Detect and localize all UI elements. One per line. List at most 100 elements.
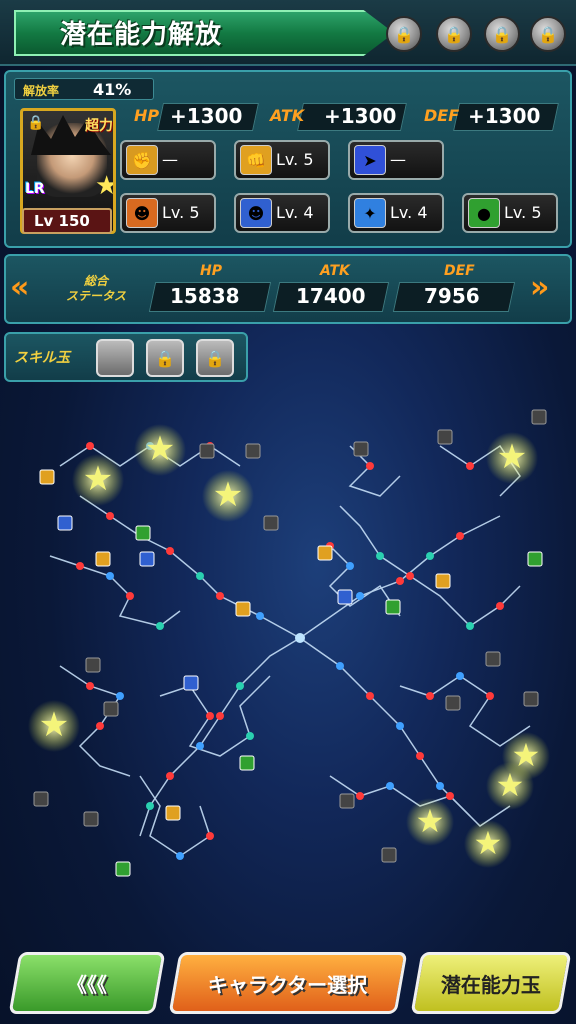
tree-node[interactable] [496, 602, 504, 610]
fist-icon[interactable] [317, 545, 333, 561]
tree-node[interactable] [196, 572, 204, 580]
locked-node-icon[interactable] [339, 793, 355, 809]
locked-node-icon[interactable] [263, 515, 279, 531]
skill-orb-slot[interactable] [96, 339, 134, 377]
star-icon[interactable]: ★ [497, 437, 527, 477]
chevron-left-icon[interactable]: « [10, 270, 29, 305]
green-orb-icon[interactable] [385, 599, 401, 615]
star-icon[interactable]: ★ [145, 429, 175, 469]
tree-node[interactable] [196, 742, 204, 750]
tree-node[interactable] [456, 672, 464, 680]
tree-node[interactable] [86, 442, 94, 450]
locked-node-icon[interactable] [523, 691, 539, 707]
tree-node[interactable] [156, 622, 164, 630]
locked-node-icon[interactable] [531, 409, 547, 425]
tree-node[interactable] [356, 592, 364, 600]
tree-node[interactable] [366, 462, 374, 470]
tree-node[interactable] [416, 752, 424, 760]
tree-node[interactable] [116, 692, 124, 700]
skill-slot[interactable]: 👊 Lv. 5 [234, 140, 330, 180]
skill-slot[interactable]: ✦ Lv. 4 [348, 193, 444, 233]
tree-node[interactable] [336, 662, 344, 670]
dash-icon[interactable] [337, 589, 353, 605]
tree-node[interactable] [466, 462, 474, 470]
green-orb-icon[interactable] [239, 755, 255, 771]
skill-slot[interactable]: ➤ — [348, 140, 444, 180]
tree-node[interactable] [206, 832, 214, 840]
tree-node[interactable] [396, 722, 404, 730]
tree-node[interactable] [166, 547, 174, 555]
star-icon[interactable]: ★ [496, 766, 525, 804]
locked-node-icon[interactable] [103, 701, 119, 717]
lock-icon[interactable]: 🔒 [146, 339, 184, 377]
tree-node[interactable] [206, 712, 214, 720]
star-nodes[interactable]: ★ ★ ★ ★ ★ ★ ★ ★ ★ [28, 424, 550, 868]
tree-node[interactable] [446, 792, 454, 800]
tree-node[interactable] [126, 592, 134, 600]
tree-node[interactable] [456, 532, 464, 540]
tree-node[interactable] [426, 692, 434, 700]
locked-node-icon[interactable] [199, 443, 215, 459]
tree-node[interactable] [106, 512, 114, 520]
character-select-button[interactable]: キャラクター選択 [168, 952, 408, 1014]
tree-node[interactable] [406, 572, 414, 580]
tree-node[interactable] [295, 633, 305, 643]
dash-icon[interactable] [183, 675, 199, 691]
tree-node[interactable] [146, 802, 154, 810]
back-button[interactable]: 《《《 [8, 952, 166, 1014]
locked-node-icon[interactable] [437, 429, 453, 445]
lock-icon[interactable]: 🔒 [436, 16, 472, 52]
fist-icon[interactable] [165, 805, 181, 821]
tree-node[interactable] [426, 552, 434, 560]
tree-node[interactable] [96, 722, 104, 730]
dash-icon[interactable] [139, 551, 155, 567]
lock-icon[interactable]: 🔒 [484, 16, 520, 52]
tree-node[interactable] [466, 622, 474, 630]
tree-node[interactable] [256, 612, 264, 620]
tree-node[interactable] [216, 592, 224, 600]
locked-node-icon[interactable] [381, 847, 397, 863]
tree-node[interactable] [486, 692, 494, 700]
star-icon[interactable]: ★ [39, 705, 69, 745]
locked-node-icon[interactable] [83, 811, 99, 827]
tree-node[interactable] [386, 782, 394, 790]
lock-icon[interactable]: 🔒 [196, 339, 234, 377]
fist-icon[interactable] [435, 573, 451, 589]
potential-tree[interactable]: ★ ★ ★ ★ ★ ★ ★ ★ ★ [0, 386, 576, 946]
tree-node[interactable] [396, 577, 404, 585]
tree-node[interactable] [436, 782, 444, 790]
dash-icon[interactable] [57, 515, 73, 531]
locked-node-icon[interactable] [485, 651, 501, 667]
locked-node-icon[interactable] [85, 657, 101, 673]
green-orb-icon[interactable] [527, 551, 543, 567]
tree-node[interactable] [246, 732, 254, 740]
tree-node[interactable] [346, 562, 354, 570]
star-icon[interactable]: ★ [474, 824, 503, 862]
potential-orb-button[interactable]: 潜在能力玉 [410, 952, 572, 1014]
fist-icon[interactable] [39, 469, 55, 485]
chevron-right-icon[interactable]: » [530, 270, 549, 305]
lock-icon[interactable]: 🔒 [386, 16, 422, 52]
tree-node[interactable] [356, 792, 364, 800]
tree-node[interactable] [76, 562, 84, 570]
green-orb-icon[interactable] [115, 861, 131, 877]
locked-node-icon[interactable] [353, 441, 369, 457]
tree-node[interactable] [216, 712, 224, 720]
lock-icon[interactable]: 🔒 [530, 16, 566, 52]
skill-slot[interactable]: ● Lv. 5 [462, 193, 558, 233]
tree-node[interactable] [166, 772, 174, 780]
fist-icon[interactable] [235, 601, 251, 617]
star-icon[interactable]: ★ [213, 475, 243, 515]
tree-node[interactable] [86, 682, 94, 690]
tree-node[interactable] [236, 682, 244, 690]
locked-node-icon[interactable] [33, 791, 49, 807]
fist-icon[interactable] [95, 551, 111, 567]
skill-slot[interactable]: ✊ — [120, 140, 216, 180]
tree-nodes[interactable] [76, 442, 504, 860]
star-icon[interactable]: ★ [83, 459, 113, 499]
skill-slot[interactable]: ☻ Lv. 5 [120, 193, 216, 233]
green-orb-icon[interactable] [135, 525, 151, 541]
locked-node-icon[interactable] [445, 695, 461, 711]
tree-node[interactable] [376, 552, 384, 560]
tree-node[interactable] [366, 692, 374, 700]
